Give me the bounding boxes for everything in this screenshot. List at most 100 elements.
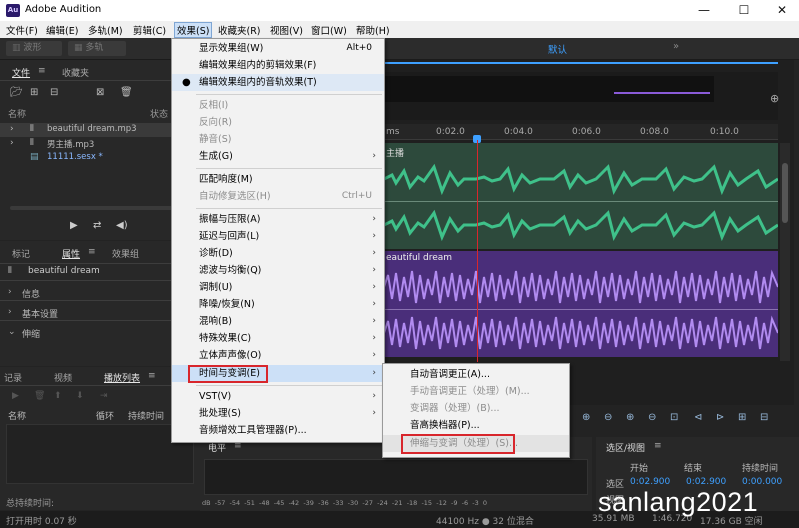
workspace-default[interactable]: 默认 <box>548 42 567 56</box>
zoom-track-icon[interactable]: ⊟ <box>760 412 768 423</box>
menu-item-plugin-manager[interactable]: 音频增效工具管理器(P)... <box>172 422 384 439</box>
list-item[interactable]: beautiful dream.mp3 <box>47 124 137 134</box>
tab-files[interactable]: 文件 <box>12 66 30 79</box>
selection-end[interactable]: 0:02.900 <box>686 477 726 487</box>
section-basic-settings[interactable]: 基本设置 <box>22 307 58 320</box>
menu-clip[interactable]: 剪辑(C) <box>133 23 166 37</box>
menu-item-reverb[interactable]: 混响(B) › <box>172 313 384 330</box>
play-icon[interactable]: ▶ <box>12 391 19 401</box>
menu-item-show-effects-rack[interactable]: 显示效果组(W) Alt+0 <box>172 40 384 57</box>
tab-playlist[interactable]: 播放列表 <box>104 371 140 384</box>
files-menu-icon[interactable]: ≡ <box>38 66 46 76</box>
track-2[interactable]: eautiful dream <box>384 251 778 357</box>
menu-multitrack[interactable]: 多轨(M) <box>88 23 123 37</box>
menu-item-auto-heal[interactable]: 自动修复选区(H) Ctrl+U <box>172 188 384 205</box>
submenu-item-manual-pitch[interactable]: 手动音调更正（处理）(M)... <box>383 383 569 400</box>
chevron-right-icon[interactable]: › <box>8 307 12 317</box>
volume-icon[interactable]: ◀) <box>116 220 128 231</box>
menu-view[interactable]: 视图(V) <box>270 23 303 37</box>
tab-video[interactable]: 视频 <box>54 371 72 384</box>
list-item[interactable]: 11111.sesx * <box>47 152 103 162</box>
chevron-down-icon[interactable]: ⌄ <box>8 327 16 337</box>
section-stretch[interactable]: 伸缩 <box>22 327 40 340</box>
section-info[interactable]: 信息 <box>22 287 40 300</box>
arrow-up-icon[interactable]: ⬆ <box>54 391 62 401</box>
tab-effects-group[interactable]: 效果组 <box>112 247 139 260</box>
menu-item-batch[interactable]: 批处理(S) › <box>172 405 384 422</box>
menu-item-edit-track-effects[interactable]: ● 编辑效果组内的音轨效果(T) <box>172 74 384 91</box>
maximize-icon[interactable]: ☐ <box>734 3 754 17</box>
tab-favorites[interactable]: 收藏夹 <box>62 66 89 79</box>
close-icon[interactable]: ✕ <box>772 3 792 17</box>
playlist-menu-icon[interactable]: ≡ <box>148 371 156 381</box>
zoom-in-amplitude-icon[interactable]: ⊕ <box>582 412 590 423</box>
workspace-more-icon[interactable]: » <box>673 41 679 52</box>
waveform-button[interactable]: ▥ 波形 <box>6 41 62 56</box>
submenu-item-auto-pitch[interactable]: 自动音调更正(A)... <box>383 366 569 383</box>
menu-item-diagnostics[interactable]: 诊断(D) › <box>172 245 384 262</box>
chevron-right-icon[interactable]: › <box>8 287 12 297</box>
menu-item-noise-reduction[interactable]: 降噪/恢复(N) › <box>172 296 384 313</box>
track-1[interactable]: 主播 <box>384 143 778 249</box>
menu-favorites[interactable]: 收藏夹(R) <box>218 23 261 37</box>
menu-item-vst[interactable]: VST(V) › <box>172 388 384 405</box>
menu-file[interactable]: 文件(F) <box>6 23 38 37</box>
selection-duration[interactable]: 0:00.000 <box>742 477 782 487</box>
play-icon[interactable]: ▶ <box>70 220 78 231</box>
col-status[interactable]: 状态 <box>150 107 168 120</box>
menu-item-stereo-imagery[interactable]: 立体声声像(O) › <box>172 347 384 364</box>
delete-icon[interactable]: 🗑︎ <box>34 391 45 401</box>
chevron-right-icon[interactable]: › <box>10 138 14 148</box>
selection-menu-icon[interactable]: ≡ <box>654 441 662 451</box>
menu-item-reverse[interactable]: 反向(R) <box>172 114 384 131</box>
menu-item-special[interactable]: 特殊效果(C) › <box>172 330 384 347</box>
chevron-right-icon[interactable]: › <box>10 124 14 134</box>
zoom-out-icon[interactable]: ⊖ <box>648 412 656 423</box>
list-item[interactable]: 男主播.mp3 <box>47 138 94 150</box>
skip-icon[interactable]: ⇥ <box>100 391 108 401</box>
delete-icon[interactable]: 🗑︎ <box>120 87 133 98</box>
zoom-selection-icon[interactable]: ⊞ <box>738 412 746 423</box>
arrow-down-icon[interactable]: ⬇ <box>76 391 84 401</box>
zoom-in-icon[interactable]: ⊕ <box>626 412 634 423</box>
zoom-in-left-icon[interactable]: ⊲ <box>694 412 702 423</box>
time-ruler[interactable]: ms 0:02.0 0:04.0 0:06.0 0:08.0 0:10.0 <box>384 124 778 140</box>
overview-range[interactable] <box>614 92 710 94</box>
menu-item-generate[interactable]: 生成(G) › <box>172 148 384 165</box>
menu-item-invert[interactable]: 反相(I) <box>172 97 384 114</box>
tab-history[interactable]: 记录 <box>4 371 22 384</box>
menu-window[interactable]: 窗口(W) <box>311 23 347 37</box>
submenu-item-pitch-shifter[interactable]: 音高换档器(P)... <box>383 417 569 434</box>
zoom-out-amplitude-icon[interactable]: ⊖ <box>604 412 612 423</box>
properties-menu-icon[interactable]: ≡ <box>88 247 96 257</box>
menu-item-modulation[interactable]: 调制(U) › <box>172 279 384 296</box>
zoom-navigator-icon[interactable]: ⊕ <box>770 92 779 105</box>
menu-item-amplitude[interactable]: 振幅与压限(A) › <box>172 211 384 228</box>
col-loop[interactable]: 循环 <box>96 409 114 422</box>
loop-icon[interactable]: ⇄ <box>93 220 101 231</box>
submenu-item-pitch-bender[interactable]: 变调器（处理）(B)... <box>383 400 569 417</box>
selection-start[interactable]: 0:02.900 <box>630 477 670 487</box>
menu-help[interactable]: 帮助(H) <box>356 23 390 37</box>
tab-properties[interactable]: 属性 <box>62 247 80 260</box>
multitrack-button[interactable]: ▦ 多轨 <box>68 41 126 56</box>
zoom-in-right-icon[interactable]: ⊳ <box>716 412 724 423</box>
import-icon[interactable]: ⊞ <box>30 87 38 98</box>
menu-edit[interactable]: 编辑(E) <box>46 23 78 37</box>
vertical-scrollbar[interactable] <box>780 143 790 361</box>
col-duration[interactable]: 持续时间 <box>128 409 164 422</box>
open-file-icon[interactable]: 📂︎ <box>10 87 23 98</box>
col-name[interactable]: 名称 <box>8 107 26 120</box>
col-name[interactable]: 名称 <box>8 409 26 422</box>
menu-item-edit-clip-effects[interactable]: 编辑效果组内的剪辑效果(F) <box>172 57 384 74</box>
menu-item-delay-echo[interactable]: 延迟与回声(L) › <box>172 228 384 245</box>
menu-item-silence[interactable]: 静音(S) <box>172 131 384 148</box>
new-file-icon[interactable]: ⊟ <box>50 87 58 98</box>
files-scrollbar[interactable] <box>10 206 190 210</box>
menu-item-match-loudness[interactable]: 匹配响度(M) <box>172 171 384 188</box>
minimize-icon[interactable]: — <box>694 3 714 17</box>
menu-effects[interactable]: 效果(S) <box>174 22 213 38</box>
tab-markers[interactable]: 标记 <box>12 247 30 260</box>
zoom-full-icon[interactable]: ⊡ <box>670 412 678 423</box>
insert-icon[interactable]: ⊠ <box>96 87 104 98</box>
